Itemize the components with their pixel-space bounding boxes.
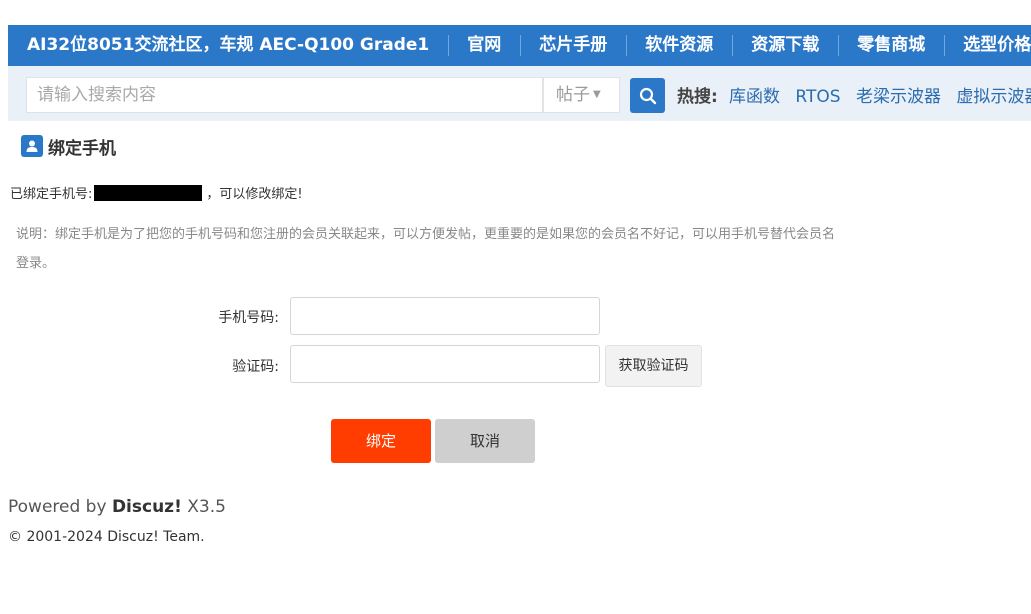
hot-search-label: 热搜: — [677, 87, 718, 107]
caret-down-icon: ▼ — [593, 89, 601, 100]
hot-search-links: 库函数 RTOS 老梁示波器 虚拟示波器 — [729, 82, 1031, 107]
search-type-label: 帖子 — [556, 85, 590, 105]
nav-item-chip-manual[interactable]: 芯片手册 — [520, 25, 626, 66]
search-type-select[interactable]: 帖子 ▼ — [543, 77, 620, 113]
hot-link-virtual-oscilloscope[interactable]: 虚拟示波器 — [956, 87, 1031, 107]
powered-by: Powered by Discuz! X3.5 — [8, 497, 226, 517]
nav-item-official-site[interactable]: 官网 — [448, 25, 520, 66]
nav-item-store[interactable]: 零售商城 — [838, 25, 944, 66]
copyright: © 2001-2024 Discuz! Team. — [8, 529, 205, 545]
code-label: 验证码: — [232, 359, 279, 375]
verification-code-field[interactable] — [290, 345, 600, 383]
hot-link-oscilloscope[interactable]: 老梁示波器 — [856, 87, 941, 107]
user-icon — [21, 135, 43, 157]
description-note: 说明：绑定手机是为了把您的手机号码和您注册的会员关联起来，可以方便发帖，更重要的… — [16, 227, 836, 271]
powered-brand[interactable]: Discuz! — [112, 497, 182, 517]
search-button[interactable] — [630, 78, 665, 113]
hot-link-library[interactable]: 库函数 — [729, 87, 780, 107]
bound-suffix: ，可以修改绑定! — [206, 187, 303, 202]
nav-item-software[interactable]: 软件资源 — [626, 25, 732, 66]
powered-version: X3.5 — [181, 497, 226, 517]
search-icon — [639, 87, 656, 104]
top-nav: AI32位8051交流社区，车规 AEC-Q100 Grade1 官网 芯片手册… — [8, 25, 1031, 66]
phone-field[interactable] — [290, 297, 600, 335]
powered-prefix: Powered by — [8, 497, 112, 517]
page-title-text: 绑定手机 — [48, 138, 116, 159]
search-input[interactable] — [27, 78, 542, 112]
phone-label: 手机号码: — [218, 310, 279, 326]
nav-item-pricing[interactable]: 选型价格 — [944, 25, 1031, 66]
page-title: 绑定手机 — [21, 135, 116, 159]
nav-item-community[interactable]: AI32位8051交流社区，车规 AEC-Q100 Grade1 — [8, 25, 448, 66]
bind-button[interactable]: 绑定 — [331, 419, 431, 463]
search-box — [26, 77, 543, 113]
search-bar: 帖子▼ 热搜: 库函数 RTOS 老梁示波器 虚拟示波器 — [8, 66, 1031, 121]
cancel-button[interactable]: 取消 — [435, 419, 535, 463]
bound-prefix: 已绑定手机号: — [10, 187, 93, 202]
bound-phone-line: 已绑定手机号: ，可以修改绑定! — [10, 183, 303, 202]
nav-item-downloads[interactable]: 资源下载 — [732, 25, 838, 66]
hot-link-rtos[interactable]: RTOS — [795, 87, 840, 107]
get-code-button[interactable]: 获取验证码 — [605, 345, 702, 387]
redacted-phone — [94, 184, 203, 201]
